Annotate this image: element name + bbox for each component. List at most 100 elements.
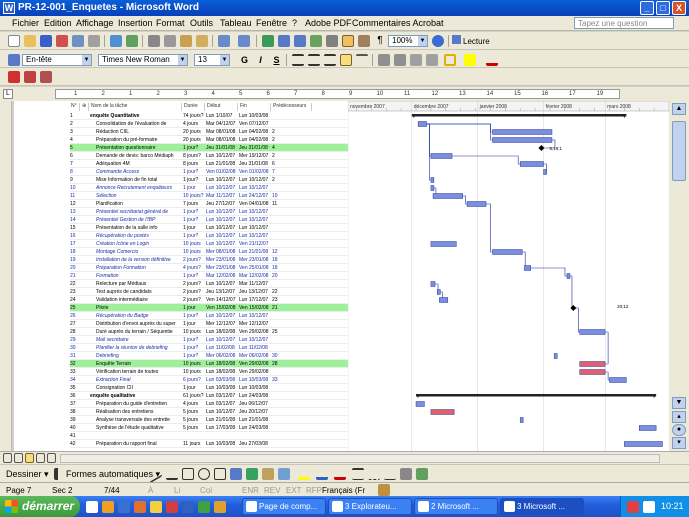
- pdf-email-icon[interactable]: [24, 71, 36, 83]
- table-row[interactable]: 14 Présentiel Gestion de l'IBP 1 jour? Lun …: [70, 216, 348, 224]
- copy-icon[interactable]: [164, 35, 176, 47]
- task-bar[interactable]: [430, 281, 436, 287]
- status-rev[interactable]: REV: [264, 486, 280, 495]
- milestone-marker[interactable]: [570, 305, 577, 311]
- align-right-icon[interactable]: [324, 54, 336, 66]
- critical-task-bar[interactable]: [579, 361, 606, 367]
- web-view-icon[interactable]: [14, 453, 23, 463]
- document-map-icon[interactable]: [358, 35, 370, 47]
- task-bar[interactable]: [432, 193, 463, 199]
- table-row[interactable]: 22 Relecture par Médiaux 2 jours? Lun 10/12…: [70, 280, 348, 288]
- task-bar[interactable]: [415, 401, 425, 407]
- outline-view-icon[interactable]: [36, 453, 45, 463]
- next-page-icon[interactable]: ▾: [672, 437, 686, 449]
- print-layout-view-icon[interactable]: [25, 453, 34, 463]
- picture-icon[interactable]: [278, 468, 290, 480]
- table-row[interactable]: 41: [70, 432, 348, 440]
- table-row[interactable]: 39 Analyse transversale des entretie 5 jou…: [70, 416, 348, 424]
- menu-outils[interactable]: Outils: [190, 18, 213, 28]
- menu-fichier[interactable]: Fichier: [12, 18, 39, 28]
- dash-style-icon[interactable]: [368, 468, 380, 480]
- styles-pane-icon[interactable]: [8, 54, 20, 66]
- arrow-style-icon[interactable]: [384, 468, 396, 480]
- task-bar[interactable]: [492, 129, 553, 135]
- task-bar[interactable]: [553, 353, 558, 359]
- bold-button[interactable]: G: [238, 54, 251, 67]
- table-row[interactable]: 35 Consignation CII 1 jour Lun 10/03/08 Lun …: [70, 384, 348, 392]
- table-row[interactable]: 13 Présentiel secrétariat général de 1 jou…: [70, 208, 348, 216]
- task-bar[interactable]: [492, 249, 523, 255]
- quicklaunch-ie-icon[interactable]: [118, 501, 130, 513]
- task-bar[interactable]: [466, 201, 487, 207]
- status-ext[interactable]: EXT: [286, 486, 302, 495]
- quicklaunch-outlook-icon[interactable]: [214, 501, 226, 513]
- task-bar[interactable]: [430, 153, 453, 159]
- task-bar[interactable]: [519, 161, 544, 167]
- task-bar[interactable]: [638, 425, 657, 431]
- insert-excel-icon[interactable]: [310, 35, 322, 47]
- task-bar[interactable]: [417, 121, 427, 127]
- quicklaunch-media-icon[interactable]: [134, 501, 146, 513]
- decrease-indent-icon[interactable]: [410, 54, 422, 66]
- drawing-icon[interactable]: [342, 35, 354, 47]
- insert-table-icon[interactable]: [294, 35, 306, 47]
- permission-icon[interactable]: [56, 35, 68, 47]
- tray-shield-icon[interactable]: [627, 501, 639, 513]
- zoom-select[interactable]: 100% ▼: [388, 35, 428, 47]
- line-color-icon[interactable]: [316, 468, 328, 480]
- table-row[interactable]: 15 Présentation de la salle info 1 jour Lun…: [70, 224, 348, 232]
- horizontal-scrollbar[interactable]: [60, 454, 660, 463]
- taskbar-item-word-3[interactable]: 3 Microsoft ...: [500, 498, 584, 515]
- table-row[interactable]: 34 Extraction Final 6 jours? Lun 03/03/08 Lu…: [70, 376, 348, 384]
- select-objects-icon[interactable]: [54, 468, 62, 480]
- table-row[interactable]: 6 Demande de devis: barco Médiaph 8 jours?…: [70, 152, 348, 160]
- menu-fenetre[interactable]: Fenêtre: [256, 18, 287, 28]
- print-preview-icon[interactable]: [88, 35, 100, 47]
- task-bar[interactable]: [579, 329, 606, 335]
- italic-button[interactable]: I: [254, 54, 267, 67]
- table-row[interactable]: 21 Formation 1 jour? Mar 12/02/08 Mar 12/02/…: [70, 272, 348, 280]
- table-row[interactable]: 28 Duré auprès du terrain / Séquentie 10 j…: [70, 328, 348, 336]
- status-rec[interactable]: ENR: [242, 486, 259, 495]
- taskbar-item-explorer[interactable]: 3 Explorateu...: [328, 498, 412, 515]
- vertical-scrollbar[interactable]: ▲ ▼ ▴ ● ▾: [669, 101, 689, 451]
- task-bar[interactable]: [439, 297, 449, 303]
- autoshapes-menu[interactable]: Formes automatiques ▾: [66, 469, 160, 480]
- table-row[interactable]: 24 Validation intermédiaire 2 jours? Ven 14…: [70, 296, 348, 304]
- table-row[interactable]: 33 Vérification terrain de toutes 10 jours…: [70, 368, 348, 376]
- table-row[interactable]: 18 Montage Comercio 10 jours Mer 08/01/08 Lu…: [70, 248, 348, 256]
- undo-icon[interactable]: [218, 35, 230, 47]
- menu-adobe-pdf[interactable]: Adobe PDF: [305, 18, 352, 28]
- task-bar[interactable]: [609, 377, 627, 383]
- table-row[interactable]: 9 Mise Information de fin total 1 jour? Lun…: [70, 176, 348, 184]
- table-row[interactable]: 29 Mail secrétaire 1 jour? Lun 10/12/07 Lun …: [70, 336, 348, 344]
- normal-view-icon[interactable]: [3, 453, 12, 463]
- fill-color-icon[interactable]: [298, 468, 310, 480]
- table-row[interactable]: 5 Présentation questionnaire 1 jour? Jeu 31…: [70, 144, 348, 152]
- draw-font-color-icon[interactable]: [334, 468, 346, 480]
- line-style-icon[interactable]: [352, 468, 364, 480]
- read-mode-button[interactable]: Lecture: [452, 35, 492, 47]
- table-row[interactable]: 32 Enquête Terrain 10 jours Lun 18/02/08 Ven…: [70, 360, 348, 368]
- highlight-icon[interactable]: [464, 54, 476, 66]
- close-button[interactable]: X: [672, 1, 686, 15]
- help-icon[interactable]: [432, 35, 444, 47]
- summary-bar[interactable]: [416, 394, 657, 397]
- font-select[interactable]: Times New Roman ▼: [98, 54, 188, 66]
- table-row[interactable]: 4 Préparation du pré-formaire 20 jours Mar …: [70, 136, 348, 144]
- table-row[interactable]: 31 Debriefing 1 jour? Mer 06/02/08 Mer 06/02…: [70, 352, 348, 360]
- quicklaunch-excel-icon[interactable]: [198, 501, 210, 513]
- task-bar[interactable]: [519, 417, 524, 423]
- quicklaunch-folder-icon[interactable]: [150, 501, 162, 513]
- task-bar[interactable]: [543, 169, 547, 175]
- table-row[interactable]: 25 Pilote 1 jour Ven 15/02/08 Ven 15/02/08 21: [70, 304, 348, 312]
- rectangle-tool-icon[interactable]: [182, 468, 194, 480]
- style-select[interactable]: En-tête ▼: [22, 54, 92, 66]
- word-app-icon[interactable]: W: [3, 2, 15, 14]
- menu-affichage[interactable]: Affichage: [76, 18, 113, 28]
- menu-edition[interactable]: Edition: [44, 18, 72, 28]
- spelling-icon[interactable]: [110, 35, 122, 47]
- reading-view-icon[interactable]: [47, 453, 56, 463]
- table-row[interactable]: 11 Sélection 10 jours? Mar 11/12/07 Lun 24/1…: [70, 192, 348, 200]
- menu-insertion[interactable]: Insertion: [118, 18, 153, 28]
